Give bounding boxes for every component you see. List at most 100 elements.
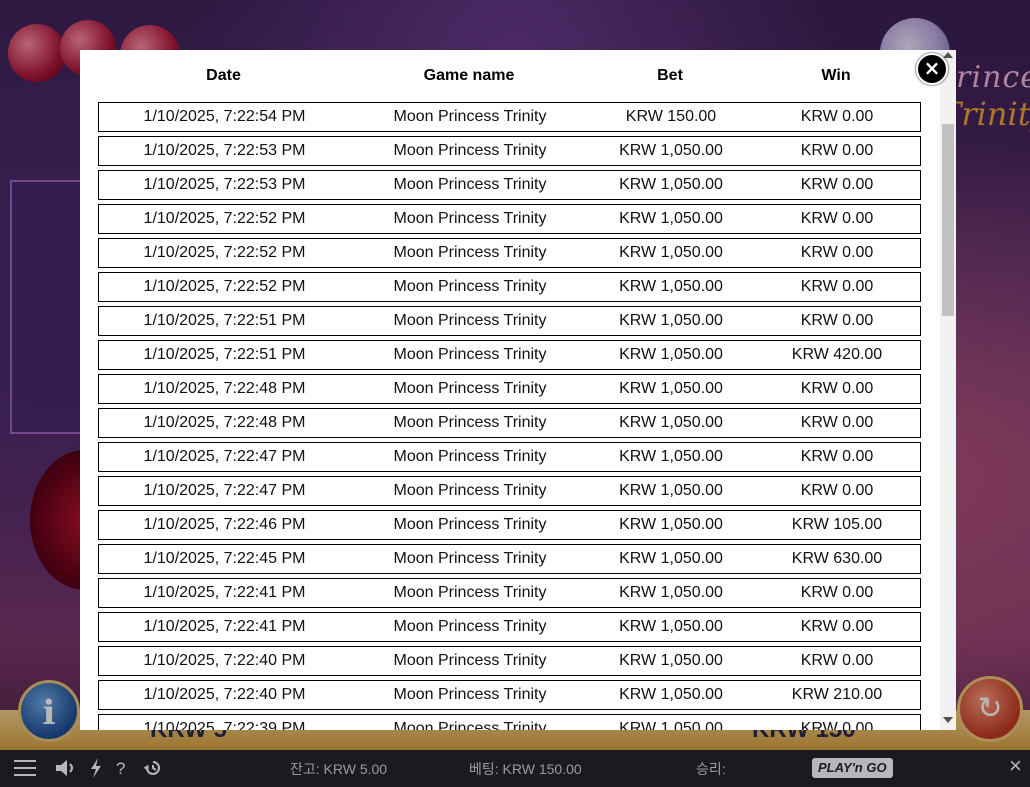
cell-win: KRW 0.00: [800, 380, 874, 397]
cell-game-name: Moon Princess Trinity: [393, 346, 547, 363]
table-row: 1/10/2025, 7:22:51 PM Moon Princess Trini…: [98, 340, 921, 370]
table-row: 1/10/2025, 7:22:52 PM Moon Princess Trini…: [98, 204, 921, 234]
cell-bet: KRW 1,050.00: [619, 686, 723, 703]
cell-win: KRW 0.00: [800, 584, 874, 601]
cell-bet: KRW 1,050.00: [619, 142, 723, 159]
cell-game-name: Moon Princess Trinity: [393, 312, 547, 329]
menu-icon[interactable]: [14, 760, 36, 781]
cell-game-name: Moon Princess Trinity: [393, 618, 547, 635]
cell-win: KRW 0.00: [800, 448, 874, 465]
cell-bet: KRW 1,050.00: [619, 312, 723, 329]
cell-date: 1/10/2025, 7:22:53 PM: [143, 142, 306, 159]
cell-game-name: Moon Princess Trinity: [393, 516, 547, 533]
cell-date: 1/10/2025, 7:22:47 PM: [143, 448, 306, 465]
cell-date: 1/10/2025, 7:22:51 PM: [143, 346, 306, 363]
cell-date: 1/10/2025, 7:22:53 PM: [143, 176, 306, 193]
cell-win: KRW 0.00: [800, 482, 874, 499]
cell-game-name: Moon Princess Trinity: [393, 482, 547, 499]
scroll-down-arrow-icon[interactable]: [943, 717, 953, 723]
table-row: 1/10/2025, 7:22:52 PM Moon Princess Trini…: [98, 272, 921, 302]
turbo-icon[interactable]: [89, 758, 103, 778]
cell-win: KRW 0.00: [800, 176, 874, 193]
game-history-modal: Date Game name Bet Win 1/10/2025, 7:22:5…: [80, 50, 956, 730]
close-modal-button[interactable]: ×: [916, 53, 948, 85]
cell-game-name: Moon Princess Trinity: [393, 414, 547, 431]
table-row: 1/10/2025, 7:22:51 PM Moon Princess Trini…: [98, 306, 921, 336]
table-row: 1/10/2025, 7:22:39 PM Moon Princess Trini…: [98, 714, 921, 730]
table-row: 1/10/2025, 7:22:52 PM Moon Princess Trini…: [98, 238, 921, 268]
cell-bet: KRW 1,050.00: [619, 584, 723, 601]
cell-game-name: Moon Princess Trinity: [393, 720, 547, 730]
cell-win: KRW 0.00: [800, 244, 874, 261]
cell-game-name: Moon Princess Trinity: [393, 652, 547, 669]
cell-date: 1/10/2025, 7:22:40 PM: [143, 652, 306, 669]
cell-win: KRW 0.00: [800, 652, 874, 669]
header-win: Win: [821, 67, 851, 84]
scrollbar-thumb[interactable]: [942, 124, 954, 316]
cell-date: 1/10/2025, 7:22:54 PM: [143, 108, 306, 125]
cell-game-name: Moon Princess Trinity: [393, 210, 547, 227]
table-row: 1/10/2025, 7:22:53 PM Moon Princess Trini…: [98, 170, 921, 200]
cell-bet: KRW 1,050.00: [619, 652, 723, 669]
cell-win: KRW 630.00: [791, 550, 883, 567]
table-row: 1/10/2025, 7:22:47 PM Moon Princess Trini…: [98, 476, 921, 506]
cell-bet: KRW 1,050.00: [619, 448, 723, 465]
header-game-name: Game name: [423, 67, 515, 84]
table-row: 1/10/2025, 7:22:48 PM Moon Princess Trini…: [98, 408, 921, 438]
table-row: 1/10/2025, 7:22:46 PM Moon Princess Trini…: [98, 510, 921, 540]
cell-win: KRW 0.00: [800, 312, 874, 329]
table-row: 1/10/2025, 7:22:41 PM Moon Princess Trini…: [98, 612, 921, 642]
table-row: 1/10/2025, 7:22:45 PM Moon Princess Trini…: [98, 544, 921, 574]
table-row: 1/10/2025, 7:22:48 PM Moon Princess Trini…: [98, 374, 921, 404]
cell-bet: KRW 1,050.00: [619, 482, 723, 499]
help-icon[interactable]: ?: [116, 759, 125, 779]
win-display: 승리:: [696, 761, 726, 777]
cell-win: KRW 0.00: [800, 414, 874, 431]
cell-date: 1/10/2025, 7:22:41 PM: [143, 584, 306, 601]
header-bet: Bet: [657, 67, 683, 84]
cell-bet: KRW 1,050.00: [619, 550, 723, 567]
table-row: 1/10/2025, 7:22:40 PM Moon Princess Trini…: [98, 646, 921, 676]
table-row: 1/10/2025, 7:22:41 PM Moon Princess Trini…: [98, 578, 921, 608]
history-table-header: Date Game name Bet Win: [80, 50, 940, 100]
cell-bet: KRW 1,050.00: [619, 380, 723, 397]
cell-bet: KRW 1,050.00: [619, 244, 723, 261]
bet-display: 베팅: KRW 150.00: [469, 761, 582, 777]
cell-bet: KRW 1,050.00: [619, 278, 723, 295]
cell-date: 1/10/2025, 7:22:52 PM: [143, 210, 306, 227]
table-row: 1/10/2025, 7:22:47 PM Moon Princess Trini…: [98, 442, 921, 472]
cell-game-name: Moon Princess Trinity: [393, 584, 547, 601]
history-icon[interactable]: [143, 758, 163, 778]
sound-icon[interactable]: [55, 759, 77, 777]
cell-date: 1/10/2025, 7:22:45 PM: [143, 550, 306, 567]
scroll-up-arrow-icon[interactable]: [943, 52, 953, 58]
cell-date: 1/10/2025, 7:22:39 PM: [143, 720, 306, 730]
cell-date: 1/10/2025, 7:22:46 PM: [143, 516, 306, 533]
cell-date: 1/10/2025, 7:22:51 PM: [143, 312, 306, 329]
scrollbar[interactable]: [940, 50, 956, 730]
close-game-icon[interactable]: ×: [1009, 755, 1022, 777]
cell-win: KRW 0.00: [800, 278, 874, 295]
cell-bet: KRW 1,050.00: [619, 414, 723, 431]
brand-logo: PLAY'n GO: [812, 758, 893, 778]
cell-game-name: Moon Princess Trinity: [393, 448, 547, 465]
cell-bet: KRW 1,050.00: [619, 618, 723, 635]
cell-win: KRW 0.00: [800, 142, 874, 159]
cell-bet: KRW 150.00: [625, 108, 717, 125]
cell-date: 1/10/2025, 7:22:48 PM: [143, 380, 306, 397]
cell-win: KRW 0.00: [800, 108, 874, 125]
cell-date: 1/10/2025, 7:22:48 PM: [143, 414, 306, 431]
table-row: 1/10/2025, 7:22:54 PM Moon Princess Trini…: [98, 102, 921, 132]
header-date: Date: [206, 67, 241, 84]
cell-bet: KRW 1,050.00: [619, 516, 723, 533]
cell-game-name: Moon Princess Trinity: [393, 550, 547, 567]
cell-date: 1/10/2025, 7:22:41 PM: [143, 618, 306, 635]
cell-bet: KRW 1,050.00: [619, 346, 723, 363]
cell-bet: KRW 1,050.00: [619, 176, 723, 193]
cell-game-name: Moon Princess Trinity: [393, 142, 547, 159]
history-table-body[interactable]: 1/10/2025, 7:22:54 PM Moon Princess Trini…: [98, 102, 923, 730]
cell-win: KRW 210.00: [791, 686, 883, 703]
cell-date: 1/10/2025, 7:22:40 PM: [143, 686, 306, 703]
table-row: 1/10/2025, 7:22:53 PM Moon Princess Trini…: [98, 136, 921, 166]
cell-bet: KRW 1,050.00: [619, 720, 723, 730]
